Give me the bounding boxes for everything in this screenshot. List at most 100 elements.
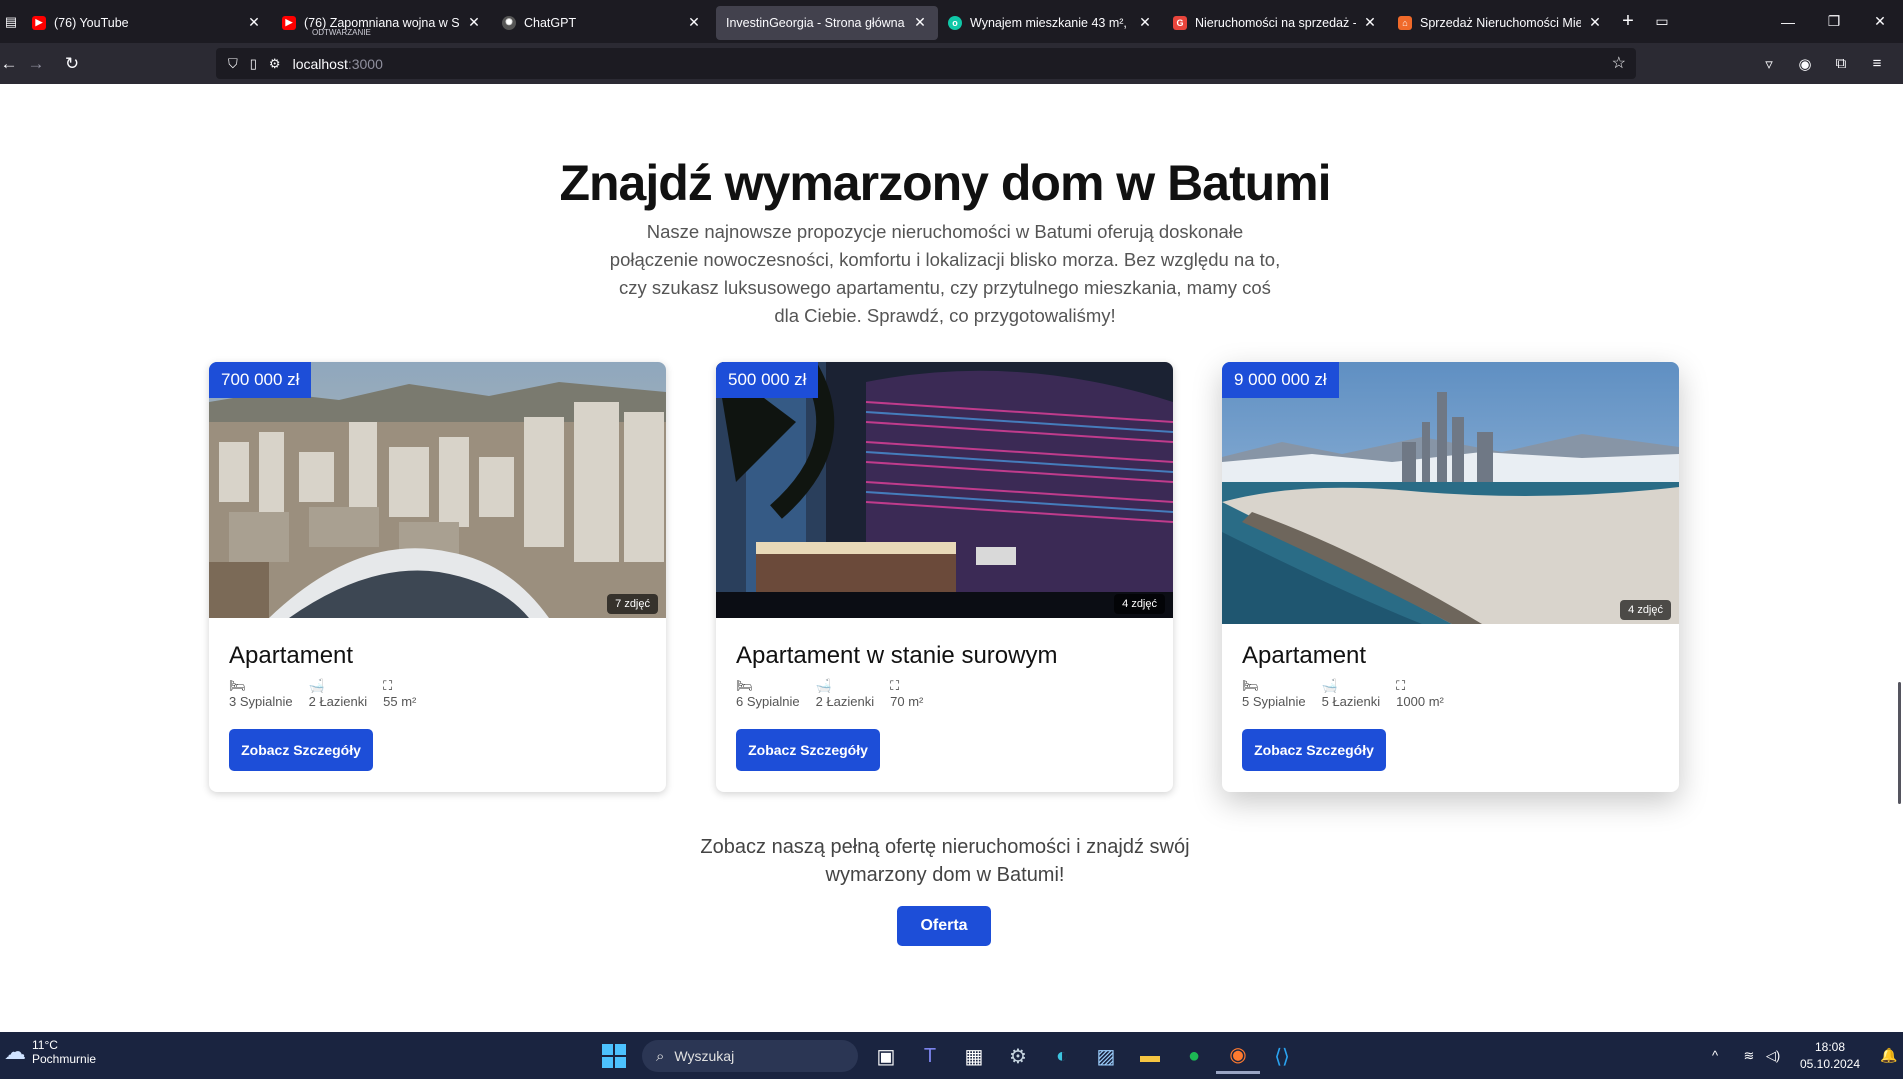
feature-bathrooms: 🛁 2 Łazienki <box>815 678 875 709</box>
price-badge: 9 000 000 zł <box>1222 362 1339 398</box>
tab-title: Wynajem mieszkanie 43 m², Sta <box>970 15 1131 30</box>
taskbar-search[interactable]: ⌕ Wyszukaj <box>642 1040 858 1072</box>
vscode-icon[interactable]: ⟨⟩ <box>1260 1038 1304 1074</box>
wifi-icon[interactable]: ≋ <box>1737 1048 1761 1064</box>
minimize-icon[interactable]: — <box>1765 14 1811 30</box>
pocket-icon[interactable]: ▿ <box>1751 55 1787 73</box>
tab-title: ChatGPT <box>524 15 577 30</box>
tab-title: Nieruchomości na sprzedaż - m <box>1195 15 1356 30</box>
teams-icon[interactable]: T <box>908 1038 952 1074</box>
close-icon[interactable]: ✕ <box>912 14 928 31</box>
notification-bell-icon[interactable]: 🔔 <box>1875 1047 1903 1064</box>
weather-condition: Pochmurnie <box>32 1052 97 1066</box>
tab-title: (76) YouTube <box>54 15 129 30</box>
store-icon[interactable]: ▦ <box>952 1038 996 1074</box>
photo-count-badge: 7 zdjęć <box>607 594 658 614</box>
area-icon: ⛶ <box>383 678 393 693</box>
youtube-icon: ▶ <box>32 15 46 30</box>
taskbar: ☁ 11°C Pochmurnie ⌕ Wyszukaj ▣ T ▦ ⚙ ◐ ▨… <box>0 1032 1903 1079</box>
tab-investingeorgia[interactable]: InvestinGeorgia - Strona główna ✕ <box>716 5 938 40</box>
feature-area: ⛶ 55 m² <box>383 678 417 709</box>
task-view-icon[interactable]: ▣ <box>864 1038 908 1074</box>
volume-icon[interactable]: ◁) <box>1761 1048 1785 1064</box>
close-icon[interactable]: ✕ <box>466 14 482 31</box>
listing-photo-coast[interactable]: 9 000 000 zł 4 zdjęć <box>1222 362 1679 624</box>
close-icon[interactable]: ✕ <box>1587 14 1603 31</box>
page-content: Znajdź wymarzony dom w Batumi Nasze najn… <box>0 84 1903 1032</box>
listing-features: 🛏 5 Sypialnie 🛁 5 Łazienki ⛶ 1000 m² <box>1242 678 1444 709</box>
bed-icon: 🛏 <box>229 678 246 693</box>
window-controls: ▭ — ❐ ✕ <box>1639 0 1903 43</box>
search-placeholder: Wyszukaj <box>674 1048 735 1064</box>
account-icon[interactable]: ◉ <box>1787 55 1823 73</box>
photo-count-badge: 4 zdjęć <box>1114 594 1165 614</box>
cloud-icon: ☁ <box>4 1039 26 1064</box>
page-scrollbar[interactable] <box>1898 682 1901 804</box>
back-icon[interactable]: ← <box>0 54 18 74</box>
file-explorer-icon[interactable]: ▬ <box>1128 1038 1172 1074</box>
weather-widget[interactable]: ☁ 11°C Pochmurnie <box>4 1038 96 1066</box>
listing-photo-city[interactable]: 700 000 zł 7 zdjęć <box>209 362 666 618</box>
steam-icon[interactable]: ⚙ <box>996 1038 1040 1074</box>
close-icon[interactable]: ✕ <box>686 14 702 31</box>
youtube-icon: ▶ <box>282 15 296 30</box>
tab-otodom[interactable]: o Wynajem mieszkanie 43 m², Sta ✕ <box>938 6 1163 40</box>
weather-temp: 11°C <box>32 1038 58 1052</box>
feature-bedrooms: 🛏 3 Sypialnie <box>229 678 293 709</box>
spotify-icon[interactable]: ● <box>1172 1038 1216 1074</box>
area-icon: ⛶ <box>890 678 900 693</box>
bookmark-star-icon[interactable]: ☆ <box>1612 53 1626 73</box>
offer-button[interactable]: Oferta <box>897 906 991 946</box>
tab-google[interactable]: G Nieruchomości na sprzedaż - m ✕ <box>1163 6 1388 40</box>
city-skyline-image <box>209 362 666 618</box>
taskbar-apps: ⌕ Wyszukaj ▣ T ▦ ⚙ ◐ ▨ ▬ ● ◉ ⟨⟩ <box>596 1038 1304 1074</box>
listing-features: 🛏 3 Sypialnie 🛁 2 Łazienki ⛶ 55 m² <box>229 678 416 709</box>
feature-area: ⛶ 1000 m² <box>1396 678 1444 709</box>
start-button[interactable] <box>596 1038 632 1074</box>
listing-title: Apartament <box>229 642 354 669</box>
listing-card: 700 000 zł 7 zdjęć Apartament 🛏 3 Sypialn… <box>209 362 666 792</box>
address-bar[interactable]: ⛉ ▯ ⚙ localhost:3000 ☆ <box>216 48 1636 79</box>
tab-mielec[interactable]: ⌂ Sprzedaż Nieruchomości Mielec ✕ <box>1388 6 1613 40</box>
shield-icon[interactable]: ⛉ <box>228 56 238 72</box>
clock-time: 18:08 <box>1814 1039 1846 1054</box>
forward-icon[interactable]: → <box>18 54 54 74</box>
restore-icon[interactable]: ❐ <box>1811 13 1857 30</box>
listing-card: 9 000 000 zł 4 zdjęć Apartament 🛏 5 Sypia… <box>1222 362 1679 792</box>
view-details-button[interactable]: Zobacz Szczegóły <box>736 729 880 771</box>
tab-chatgpt[interactable]: ✺ ChatGPT ✕ <box>492 6 712 40</box>
tab-playing-label: ODTWARZANIE <box>312 27 371 37</box>
listing-card: 500 000 zł 4 zdjęć Apartament w stanie s… <box>716 362 1173 792</box>
photo-count-badge: 4 zdjęć <box>1620 600 1671 620</box>
tab-youtube-video[interactable]: ▶ (76) Zapomniana wojna w Suda ODTWARZAN… <box>272 6 492 40</box>
chevron-up-icon[interactable]: ^ <box>1703 1048 1727 1063</box>
bed-icon: 🛏 <box>1242 678 1259 693</box>
site-info-icon[interactable]: ⚙ <box>269 56 281 72</box>
tab-youtube[interactable]: ▶ (76) YouTube ✕ <box>22 6 272 40</box>
reload-icon[interactable]: ↻ <box>54 54 90 74</box>
feature-bedrooms: 🛏 6 Sypialnie <box>736 678 800 709</box>
feature-bathrooms: 🛁 5 Łazienki <box>1321 678 1381 709</box>
list-all-tabs-icon[interactable]: ▭ <box>1639 13 1685 30</box>
clock[interactable]: 18:08 05.10.2024 <box>1785 1039 1875 1073</box>
view-details-button[interactable]: Zobacz Szczegóły <box>229 729 373 771</box>
browser-tab-bar: ▤ ▶ (76) YouTube ✕ ▶ (76) Zapomniana woj… <box>0 0 1903 43</box>
home-icon: ⌂ <box>1398 15 1412 30</box>
listing-photo-tower[interactable]: 500 000 zł 4 zdjęć <box>716 362 1173 618</box>
close-icon[interactable]: ✕ <box>1137 14 1153 31</box>
close-window-icon[interactable]: ✕ <box>1857 13 1903 30</box>
price-badge: 700 000 zł <box>209 362 312 398</box>
edge-icon[interactable]: ◐ <box>1040 1038 1084 1074</box>
photos-icon[interactable]: ▨ <box>1084 1038 1128 1074</box>
feature-area: ⛶ 70 m² <box>890 678 924 709</box>
firefox-icon[interactable]: ◉ <box>1216 1038 1260 1074</box>
price-badge: 500 000 zł <box>716 362 819 398</box>
close-icon[interactable]: ✕ <box>1362 14 1378 31</box>
menu-icon[interactable]: ≡ <box>1859 55 1895 72</box>
tab-list-icon[interactable]: ▤ <box>0 0 22 43</box>
search-icon: ⌕ <box>656 1047 665 1065</box>
url-host: localhost <box>292 55 348 72</box>
close-icon[interactable]: ✕ <box>246 14 262 31</box>
view-details-button[interactable]: Zobacz Szczegóły <box>1242 729 1386 771</box>
extensions-icon[interactable]: ⧉ <box>1823 55 1859 72</box>
